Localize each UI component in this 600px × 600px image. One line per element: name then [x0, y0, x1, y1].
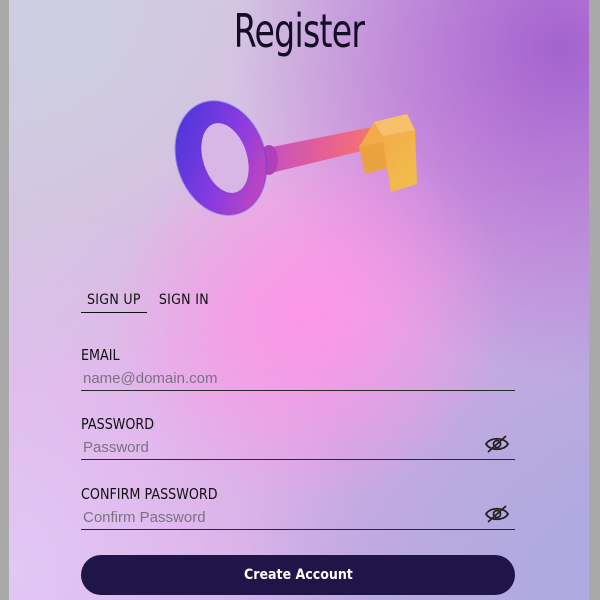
password-field-group: PASSWORD — [81, 415, 515, 460]
password-input[interactable] — [81, 435, 515, 460]
tab-sign-in[interactable]: SIGN IN — [153, 290, 215, 313]
email-input[interactable] — [81, 366, 515, 391]
register-card: Register SIGN UP SIGN IN EMAIL name@doma… — [9, 0, 589, 600]
create-account-button[interactable]: Create Account — [81, 555, 515, 595]
password-label: PASSWORD — [81, 415, 155, 433]
key-illustration — [174, 100, 417, 216]
auth-tabs: SIGN UP SIGN IN — [81, 290, 215, 313]
tab-sign-up[interactable]: SIGN UP — [81, 290, 147, 313]
confirm-password-input[interactable] — [81, 505, 515, 530]
create-account-label: Create Account — [243, 567, 353, 583]
email-field-group: EMAIL — [81, 346, 515, 391]
eye-slash-icon[interactable] — [485, 504, 509, 524]
confirm-password-label: CONFIRM PASSWORD — [81, 485, 218, 503]
eye-slash-icon[interactable] — [485, 434, 509, 454]
page-title: Register — [233, 4, 365, 58]
confirm-password-field-group: CONFIRM PASSWORD — [81, 485, 515, 530]
email-label: EMAIL — [81, 346, 120, 364]
